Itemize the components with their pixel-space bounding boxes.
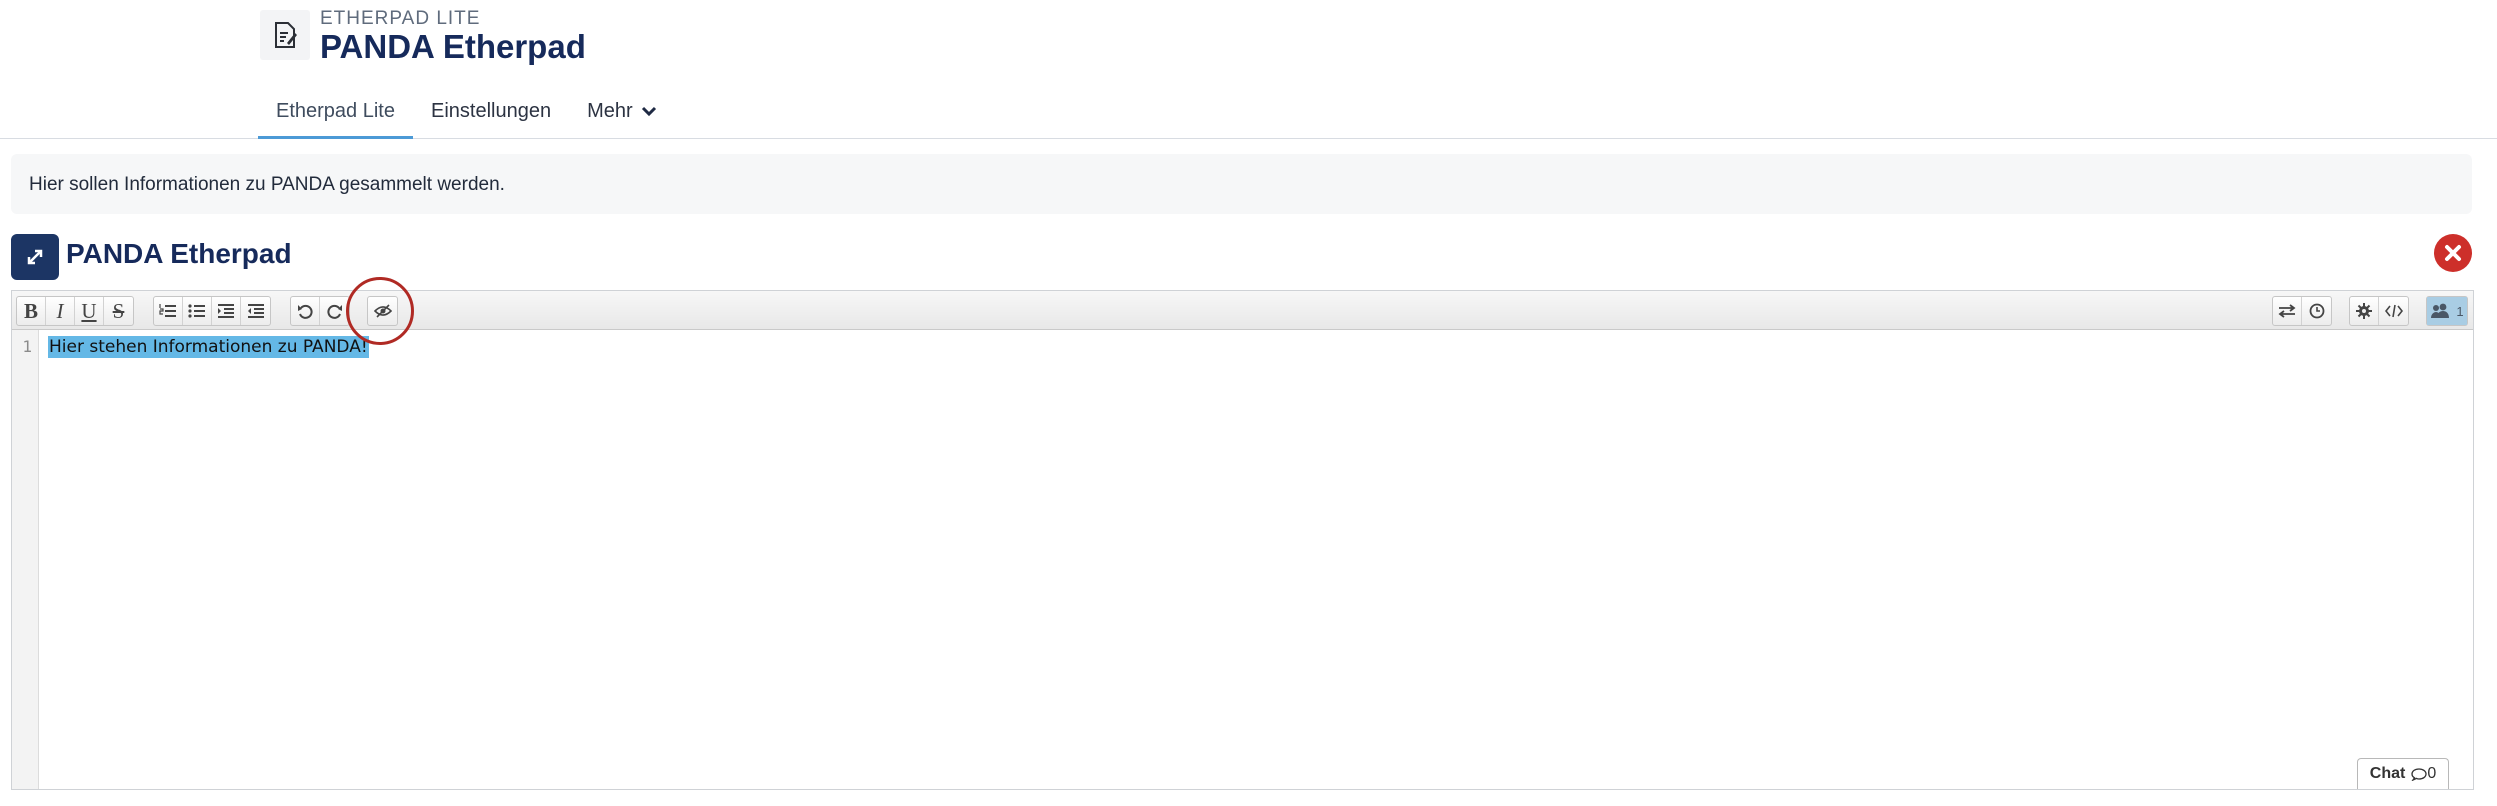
settings-button[interactable] bbox=[2350, 297, 2379, 325]
indent-icon bbox=[218, 304, 234, 318]
settings-icon bbox=[2356, 303, 2372, 319]
user-count: 1 bbox=[2456, 303, 2464, 319]
chevron-down-icon bbox=[641, 105, 657, 117]
embed-button[interactable] bbox=[2379, 297, 2408, 325]
close-button[interactable] bbox=[2434, 234, 2472, 272]
undo-button[interactable] bbox=[291, 297, 320, 325]
tab-etherpad-lite[interactable]: Etherpad Lite bbox=[258, 85, 413, 139]
page-title: PANDA Etherpad bbox=[320, 28, 586, 65]
import-export-button[interactable] bbox=[2273, 297, 2302, 325]
line-gutter: 1 bbox=[12, 330, 39, 789]
unordered-list-button[interactable] bbox=[183, 297, 212, 325]
tab-label: Etherpad Lite bbox=[276, 99, 395, 122]
ordered-list-button[interactable] bbox=[154, 297, 183, 325]
chat-count: 0 bbox=[2427, 765, 2437, 782]
clear-authorship-button[interactable] bbox=[368, 297, 397, 325]
pad-editor[interactable]: Hier stehen Informationen zu PANDA! bbox=[48, 336, 369, 358]
tab-label: Einstellungen bbox=[430, 99, 552, 122]
ordered-list-icon bbox=[159, 304, 176, 317]
expand-button[interactable] bbox=[11, 234, 59, 280]
line-number: 1 bbox=[22, 337, 32, 356]
underline-button[interactable]: U bbox=[75, 297, 104, 325]
info-text: Hier sollen Informationen zu PANDA gesam… bbox=[29, 174, 505, 195]
list-group bbox=[153, 296, 271, 326]
settings-embed-group bbox=[2349, 296, 2409, 326]
expand-arrows-icon bbox=[27, 249, 43, 265]
timeslider-icon bbox=[2309, 303, 2324, 319]
selected-text[interactable]: Hier stehen Informationen zu PANDA! bbox=[48, 336, 369, 358]
editor-toolbar: B I U S 1 bbox=[12, 291, 2473, 330]
undo-icon bbox=[298, 304, 313, 319]
page-header: ETHERPAD LITE PANDA Etherpad Etherpad Li… bbox=[0, 0, 2497, 139]
users-button[interactable]: 1 bbox=[2427, 297, 2467, 325]
indent-button[interactable] bbox=[212, 297, 241, 325]
tab-einstellungen[interactable]: Einstellungen bbox=[413, 85, 569, 139]
users-icon bbox=[2431, 303, 2450, 318]
redo-icon bbox=[326, 304, 342, 319]
unordered-list-icon bbox=[188, 304, 205, 318]
chat-bubble-icon bbox=[2411, 767, 2427, 781]
tab-mehr[interactable]: Mehr bbox=[569, 85, 675, 139]
block-title: PANDA Etherpad bbox=[66, 238, 292, 269]
object-type-label: ETHERPAD LITE bbox=[320, 8, 481, 29]
format-group: B I U S bbox=[16, 296, 134, 326]
outdent-button[interactable] bbox=[241, 297, 270, 325]
import-timeslider-group bbox=[2272, 296, 2332, 326]
etherpad-document-icon bbox=[260, 10, 310, 60]
tab-bar: Etherpad Lite Einstellungen Mehr bbox=[258, 85, 675, 139]
chat-label: Chat bbox=[2369, 765, 2406, 782]
close-circle-icon bbox=[2445, 245, 2461, 261]
bold-button[interactable]: B bbox=[17, 297, 46, 325]
clear-authorship-icon bbox=[373, 304, 392, 318]
tab-label: Mehr bbox=[587, 99, 633, 122]
users-group: 1 bbox=[2426, 296, 2468, 326]
etherpad-frame: B I U S 1 1 Hier stehen Informationen zu… bbox=[11, 290, 2474, 790]
italic-button[interactable]: I bbox=[46, 297, 75, 325]
timeslider-button[interactable] bbox=[2302, 297, 2331, 325]
import-export-icon bbox=[2278, 304, 2296, 318]
embed-icon bbox=[2384, 304, 2403, 318]
outdent-icon bbox=[247, 304, 264, 318]
chat-count-wrap: 0 bbox=[2411, 765, 2436, 783]
authorship-group bbox=[367, 296, 398, 326]
history-group bbox=[290, 296, 350, 326]
strikethrough-button[interactable]: S bbox=[104, 297, 133, 325]
chat-button[interactable]: Chat 0 bbox=[2357, 758, 2449, 789]
info-box: Hier sollen Informationen zu PANDA gesam… bbox=[11, 154, 2472, 214]
redo-button[interactable] bbox=[320, 297, 349, 325]
